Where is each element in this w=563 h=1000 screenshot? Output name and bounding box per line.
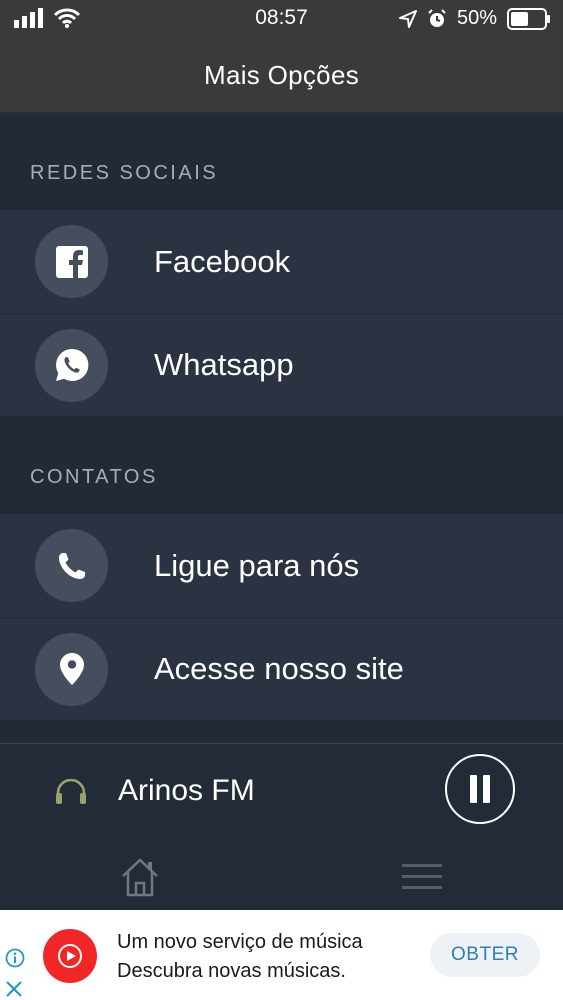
info-icon[interactable] [5,948,25,968]
section-redes-sociais: Facebook Whatsapp [0,210,563,416]
mini-player: Arinos FM [0,743,563,840]
headphones-icon [56,779,86,804]
pause-button[interactable] [445,754,515,824]
phone-icon [35,529,108,602]
options-list: REDES SOCIAIS Facebook Whatsapp CONTATOS [0,112,563,720]
battery-percent: 50% [456,7,497,29]
battery-icon [507,7,550,30]
row-label-whatsapp: Whatsapp [154,347,294,382]
home-icon[interactable] [120,857,160,897]
row-acesse-nosso-site[interactable]: Acesse nosso site [0,617,563,720]
section-contatos: Ligue para nós Acesse nosso site [0,514,563,720]
navigation-bar: Mais Opções [0,38,563,113]
row-label-acesse-nosso-site: Acesse nosso site [154,651,404,686]
alarm-icon [428,8,446,27]
station-name: Arinos FM [118,774,255,807]
ad-text: Um novo serviço de música Descubra novas… [117,928,363,986]
pause-icon [470,775,490,803]
close-icon[interactable] [5,980,23,998]
status-bar: 08:57 50% [0,0,563,38]
section-header-contatos: CONTATOS [30,466,158,488]
tab-bar [0,839,563,910]
youtube-music-logo-icon [43,929,97,983]
whatsapp-icon [35,328,108,402]
row-whatsapp[interactable]: Whatsapp [0,313,563,416]
row-label-ligue-para-nos: Ligue para nós [154,547,360,583]
page-title: Mais Opções [203,59,360,90]
row-label-facebook: Facebook [154,243,291,279]
ad-banner[interactable]: Um novo serviço de música Descubra novas… [0,910,563,1000]
ad-line-2: Descubra novas músicas. [117,960,346,982]
facebook-icon [35,225,108,298]
location-arrow-icon [398,9,417,28]
obter-button[interactable]: OBTER [430,933,540,977]
ad-line-1: Um novo serviço de música [117,931,363,953]
menu-icon[interactable] [402,863,442,891]
row-facebook[interactable]: Facebook [0,210,563,313]
status-right: 50% [398,7,551,30]
section-header-redes-sociais: REDES SOCIAIS [30,162,219,184]
row-ligue-para-nos[interactable]: Ligue para nós [0,514,563,617]
location-pin-icon [35,632,108,706]
